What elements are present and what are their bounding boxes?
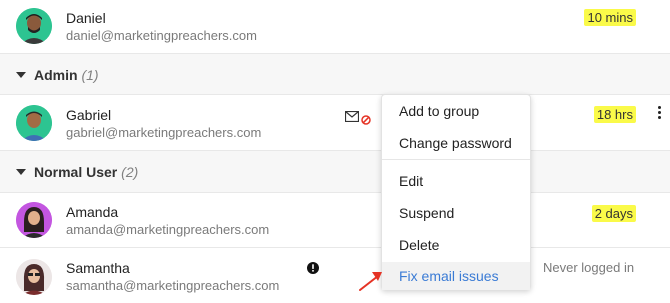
user-row-samantha[interactable]: Samantha samantha@marketingpreachers.com… bbox=[0, 248, 670, 303]
user-name: Amanda bbox=[66, 204, 119, 220]
blocked-icon bbox=[361, 112, 371, 125]
last-seen-badge: 2 days bbox=[591, 205, 636, 222]
last-seen-badge: 10 mins bbox=[584, 9, 636, 26]
user-name: Gabriel bbox=[66, 107, 112, 123]
user-email: samantha@marketingpreachers.com bbox=[66, 278, 280, 293]
warning-circle-icon bbox=[307, 261, 319, 274]
group-name: Admin bbox=[34, 67, 78, 83]
menu-item-fix-email-issues[interactable]: Fix email issues bbox=[382, 262, 530, 290]
user-email: daniel@marketingpreachers.com bbox=[66, 28, 257, 43]
group-count: (2) bbox=[121, 164, 139, 180]
avatar bbox=[16, 259, 52, 295]
avatar bbox=[16, 8, 52, 44]
last-seen-badge: 18 hrs bbox=[593, 106, 636, 123]
group-name: Normal User bbox=[34, 164, 118, 180]
menu-item-delete[interactable]: Delete bbox=[382, 230, 530, 260]
caret-down-icon[interactable] bbox=[16, 72, 26, 78]
user-email: amanda@marketingpreachers.com bbox=[66, 222, 270, 237]
group-header-admin[interactable]: Admin (1) bbox=[0, 54, 670, 95]
user-name: Daniel bbox=[66, 10, 106, 26]
caret-down-icon[interactable] bbox=[16, 169, 26, 175]
menu-separator bbox=[382, 159, 530, 160]
envelope-icon bbox=[344, 109, 360, 123]
menu-item-edit[interactable]: Edit bbox=[382, 166, 530, 196]
avatar bbox=[16, 202, 52, 238]
user-row-amanda[interactable]: Amanda amanda@marketingpreachers.com 2 d… bbox=[0, 193, 670, 248]
group-label: Normal User (2) bbox=[34, 164, 138, 180]
group-header-normal-user[interactable]: Normal User (2) bbox=[0, 151, 670, 193]
user-email: gabriel@marketingpreachers.com bbox=[66, 125, 262, 140]
user-name: Samantha bbox=[66, 260, 130, 276]
menu-item-add-to-group[interactable]: Add to group bbox=[382, 96, 530, 126]
menu-item-change-password[interactable]: Change password bbox=[382, 128, 530, 158]
user-row-gabriel[interactable]: Gabriel gabriel@marketingpreachers.com 1… bbox=[0, 95, 670, 151]
last-seen-text: Never logged in bbox=[543, 260, 635, 275]
kebab-menu-icon[interactable] bbox=[658, 106, 662, 119]
user-actions-menu: Add to group Change password Edit Suspen… bbox=[381, 94, 531, 290]
avatar bbox=[16, 105, 52, 141]
menu-item-suspend[interactable]: Suspend bbox=[382, 198, 530, 228]
group-count: (1) bbox=[81, 67, 99, 83]
group-label: Admin (1) bbox=[34, 67, 99, 83]
user-row-daniel[interactable]: Daniel daniel@marketingpreachers.com 10 … bbox=[0, 0, 670, 54]
red-arrow-icon bbox=[356, 268, 386, 294]
